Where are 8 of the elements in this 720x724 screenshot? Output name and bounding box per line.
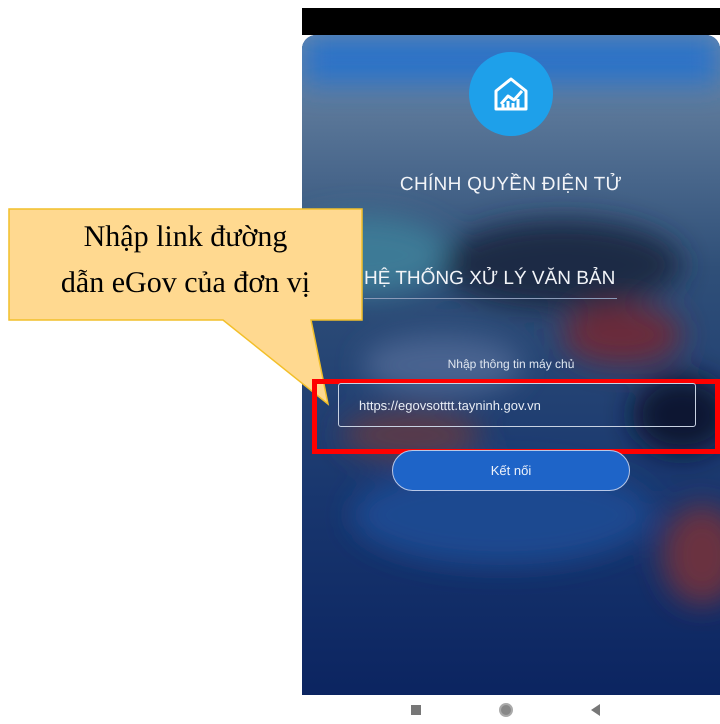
home-icon[interactable] — [498, 702, 514, 718]
callout-text: dẫn eGov của đơn vị — [60, 265, 310, 301]
connect-button[interactable]: Kết nối — [392, 450, 630, 491]
app-subtitle: HỆ THỐNG XỬ LÝ VĂN BẢN — [364, 268, 618, 299]
callout-text: Nhập link đường — [84, 219, 288, 255]
app-title: CHÍNH QUYỀN ĐIỆN TỬ — [400, 174, 622, 196]
server-url-field[interactable]: https://egovsotttt.tayninh.gov.vn — [338, 383, 696, 427]
server-label: Nhập thông tin máy chủ — [448, 357, 574, 371]
